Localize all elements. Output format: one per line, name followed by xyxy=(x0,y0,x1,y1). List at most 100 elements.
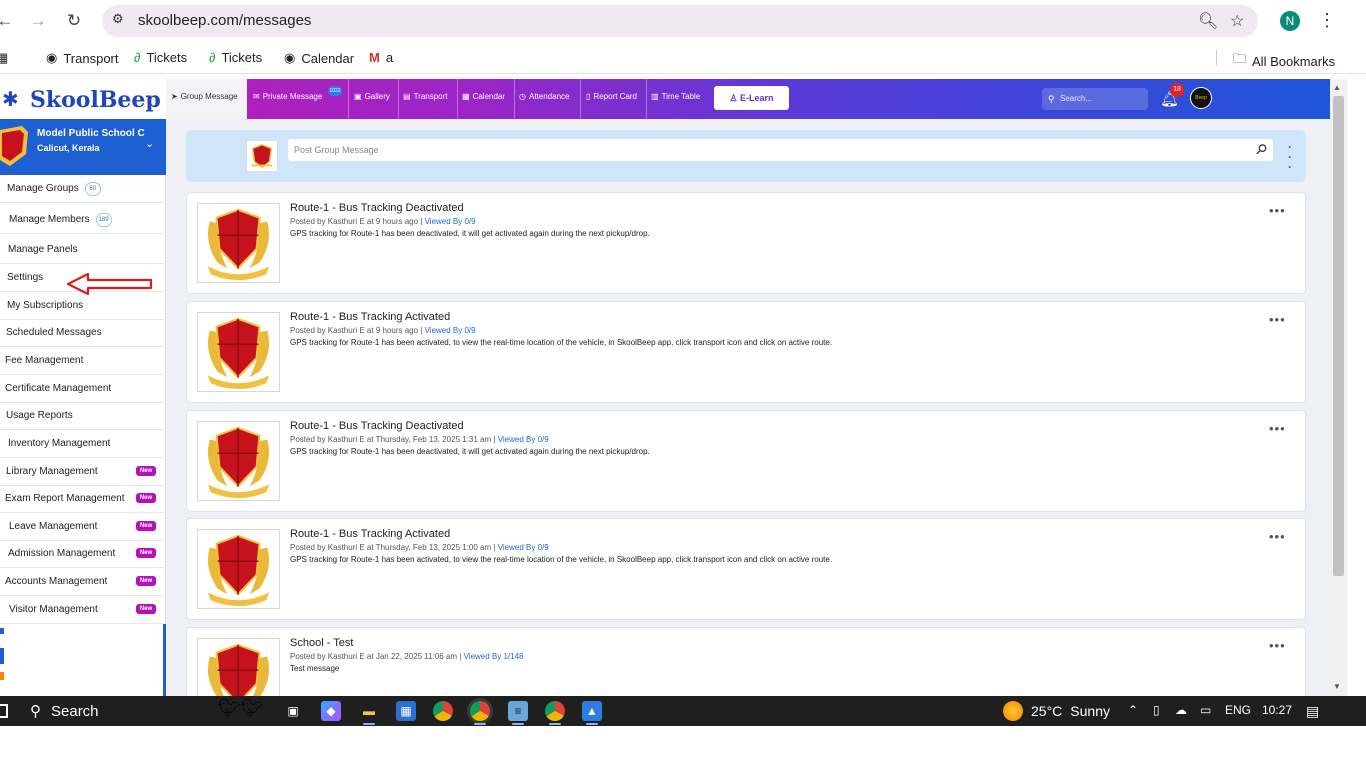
tab-time-table[interactable]: ▥ Time Table xyxy=(651,92,700,101)
bookmarks-bar: ▦ ◉ Transport ∂ Tickets ∂ Tickets ◉ Calendar… xyxy=(0,42,1366,74)
start-icon[interactable] xyxy=(0,704,8,718)
tab-attendance[interactable]: ◷ Attendance xyxy=(519,92,569,101)
store-icon[interactable]: ▦ xyxy=(396,701,416,721)
viewed-by-link[interactable]: Viewed By 0/9 xyxy=(425,217,476,226)
app-search-input[interactable]: ⚲ Search... xyxy=(1042,88,1148,110)
mail-icon: ✉ xyxy=(253,92,260,101)
message-card[interactable]: School - Test Posted by Kasthuri E at Ja… xyxy=(186,627,1306,696)
message-more-icon[interactable]: ••• xyxy=(1269,203,1286,218)
chevron-up-icon[interactable]: ⌃ xyxy=(1128,703,1138,717)
app-logo[interactable]: ✱ SkoolBeep xyxy=(0,79,166,119)
sidebar-item-usage-reports[interactable]: Usage Reports xyxy=(0,402,166,430)
back-icon[interactable]: ← xyxy=(0,10,16,32)
image-icon: ▣ xyxy=(354,92,362,101)
message-title: Route-1 - Bus Tracking Activated xyxy=(290,311,451,323)
user-avatar[interactable]: Beep xyxy=(1190,87,1212,109)
forward-icon[interactable]: → xyxy=(27,10,49,32)
chrome-active-icon[interactable] xyxy=(470,701,490,721)
bookmark-gmail[interactable]: Ma xyxy=(369,50,393,65)
sidebar-item-scheduled-messages[interactable]: Scheduled Messages xyxy=(0,319,166,347)
bookmark-tickets-2[interactable]: ∂ Tickets xyxy=(209,50,262,65)
device-icon[interactable]: ▯ xyxy=(1153,703,1160,717)
school-name: Model Public School C xyxy=(37,128,145,139)
scrollbar-thumb[interactable] xyxy=(1333,96,1344,576)
message-card[interactable]: Route-1 - Bus Tracking Activated Posted … xyxy=(186,518,1306,620)
clock[interactable]: 10:27 xyxy=(1262,703,1292,717)
message-more-icon[interactable]: ••• xyxy=(1269,421,1286,436)
sidebar-item-visitor-management[interactable]: Visitor Management New xyxy=(0,596,166,624)
message-more-icon[interactable]: ••• xyxy=(1269,529,1286,544)
battery-icon[interactable]: ▭ xyxy=(1200,703,1211,717)
bookmark-calendar[interactable]: ◉ Calendar xyxy=(284,50,354,66)
cloud-icon[interactable]: ☁ xyxy=(1175,703,1187,717)
search-icon: ⚲ xyxy=(30,703,41,720)
gmail-icon: M xyxy=(369,50,380,65)
notifications-icon[interactable]: ▤ xyxy=(1306,703,1319,720)
taskbar-search[interactable]: ⚲ Search xyxy=(30,702,99,721)
language-indicator[interactable]: ENG xyxy=(1225,703,1251,717)
site-info-icon[interactable]: ⚙ xyxy=(112,11,124,27)
message-card[interactable]: Route-1 - Bus Tracking Activated Posted … xyxy=(186,301,1306,403)
message-meta: Posted by Kasthuri E at Thursday, Feb 13… xyxy=(290,435,549,444)
scroll-up-icon[interactable]: ▲ xyxy=(1333,83,1341,92)
message-more-icon[interactable]: ••• xyxy=(1269,638,1286,653)
task-view-icon[interactable]: ▣ xyxy=(283,701,303,721)
viewed-by-link[interactable]: Viewed By 0/9 xyxy=(498,435,549,444)
tab-report-card[interactable]: ▯ Report Card xyxy=(586,92,637,101)
address-bar[interactable]: ⚙ skoolbeep.com/messages 🔍︎ ☆ xyxy=(102,5,1258,37)
message-title: Route-1 - Bus Tracking Deactivated xyxy=(290,420,464,432)
new-badge: New xyxy=(136,604,156,614)
all-bookmarks[interactable]: 🗀 All Bookmarks xyxy=(1233,50,1335,72)
sidebar-item-fee-management[interactable]: Fee Management xyxy=(0,347,166,375)
message-more-icon[interactable]: ••• xyxy=(1269,312,1286,327)
chrome-icon[interactable] xyxy=(433,701,453,721)
message-meta: Posted by Kasthuri E at 9 hours ago | Vi… xyxy=(290,326,476,335)
weather-widget[interactable]: 25°C Sunny xyxy=(1003,701,1110,721)
birds-widget-icon[interactable]: 🐦︎🐦︎ xyxy=(218,698,264,719)
bookmark-transport[interactable]: ◉ Transport xyxy=(46,50,119,66)
bookmark-star-icon[interactable]: ☆ xyxy=(1230,11,1244,31)
viewed-by-link[interactable]: Viewed By 0/9 xyxy=(498,543,549,552)
sidebar-item-manage-panels[interactable]: Manage Panels xyxy=(0,236,166,264)
tab-calendar[interactable]: ▦ Calendar xyxy=(462,92,505,101)
sidebar-item-admission-management[interactable]: Admission Management New xyxy=(0,540,166,568)
scroll-down-icon[interactable]: ▼ xyxy=(1333,682,1341,691)
profile-avatar[interactable]: N xyxy=(1280,11,1300,31)
chevron-down-icon[interactable]: ⌄ xyxy=(145,137,154,150)
school-location: Calicut, Kerala xyxy=(37,143,100,153)
browser-menu-icon[interactable]: ⋮ xyxy=(1318,10,1336,31)
tab-gallery[interactable]: ▣ Gallery xyxy=(354,92,390,101)
members-count-badge: 189 xyxy=(95,212,112,227)
sidebar-item-certificate-management[interactable]: Certificate Management xyxy=(0,375,166,403)
school-crest-icon xyxy=(197,421,280,501)
tab-group-message[interactable]: ➤ Group Message xyxy=(171,92,238,101)
new-badge: New xyxy=(136,576,156,586)
viewed-by-link[interactable]: Viewed By 1/148 xyxy=(464,652,524,661)
chrome-profile-icon[interactable] xyxy=(545,701,565,721)
sidebar-item-library-management[interactable]: Library Management New xyxy=(0,458,166,486)
tab-transport[interactable]: ▤ Transport xyxy=(403,92,448,101)
sidebar-item-exam-report-management[interactable]: Exam Report Management New xyxy=(0,485,166,513)
apps-grid-icon[interactable]: ▦ xyxy=(0,50,8,66)
message-card[interactable]: Route-1 - Bus Tracking Deactivated Poste… xyxy=(186,192,1306,294)
sidebar-item-accounts-management[interactable]: Accounts Management New xyxy=(0,568,166,596)
bookmark-tickets[interactable]: ∂ Tickets xyxy=(134,50,187,65)
post-message-input[interactable]: Post Group Message xyxy=(288,139,1273,161)
composer-more-icon[interactable]: · · · xyxy=(1288,141,1292,173)
folder-icon: 🗀 xyxy=(1233,51,1247,66)
notepad-icon[interactable]: ≡ xyxy=(508,701,528,721)
message-meta: Posted by Kasthuri E at Thursday, Feb 13… xyxy=(290,543,549,552)
sidebar-item-manage-members[interactable]: Manage Members 189 xyxy=(0,206,166,234)
message-card[interactable]: Route-1 - Bus Tracking Deactivated Poste… xyxy=(186,410,1306,512)
zoom-icon[interactable]: 🔍︎ xyxy=(1198,11,1218,31)
copilot-icon[interactable]: ◆ xyxy=(321,701,341,721)
photos-icon[interactable]: ▲ xyxy=(582,701,602,721)
viewed-by-link[interactable]: Viewed By 0/9 xyxy=(425,326,476,335)
elearn-button[interactable]: ♙ E-Learn xyxy=(714,86,789,110)
tab-private-message[interactable]: ✉ Private Message xyxy=(253,92,322,101)
sidebar-item-manage-groups[interactable]: Manage Groups 60 xyxy=(0,175,166,203)
file-explorer-icon[interactable]: ▬ xyxy=(359,701,379,721)
reload-icon[interactable]: ↻ xyxy=(63,10,85,32)
sidebar-item-inventory-management[interactable]: Inventory Management xyxy=(0,430,166,458)
sidebar-item-leave-management[interactable]: Leave Management New xyxy=(0,513,166,541)
